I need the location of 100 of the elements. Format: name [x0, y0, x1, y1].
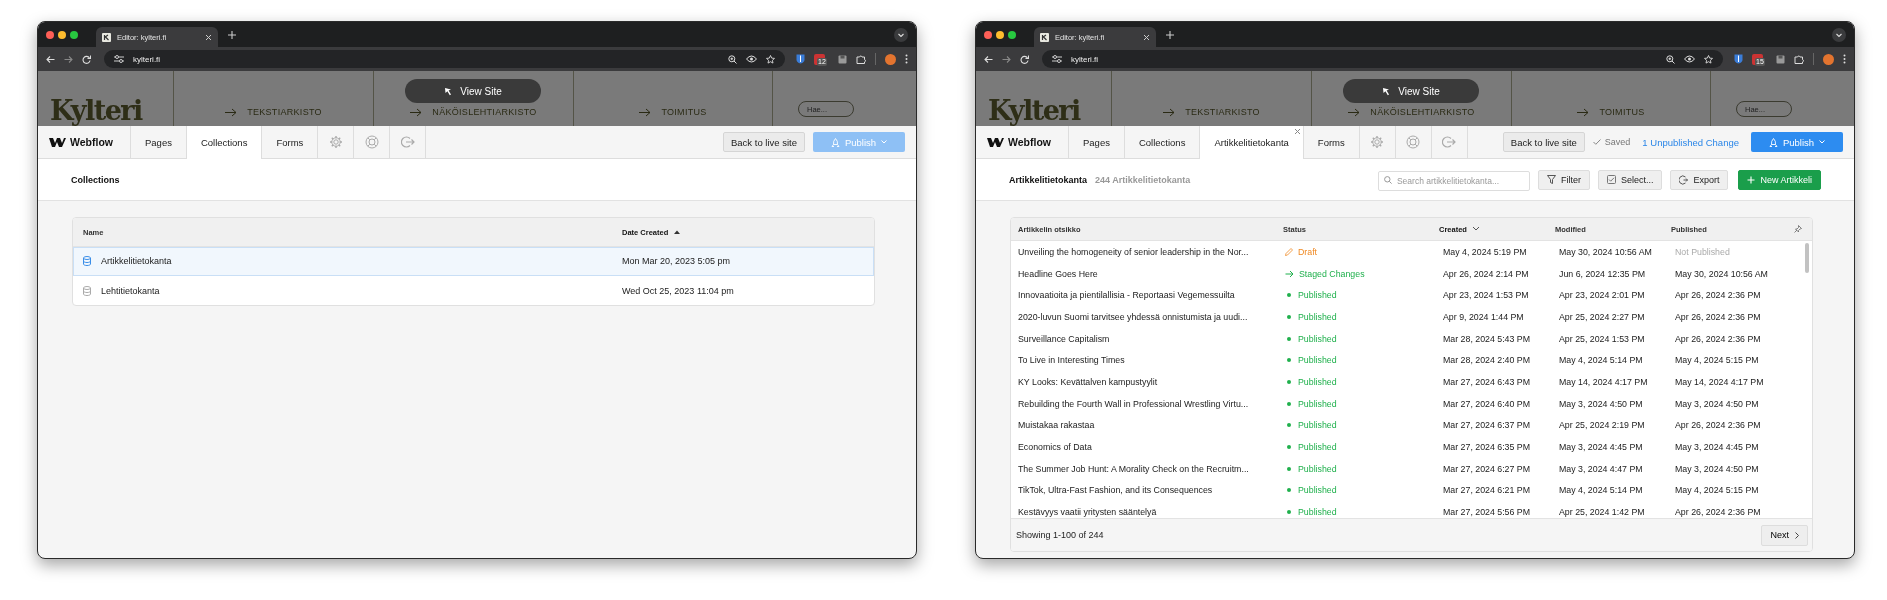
table-cell: May 3, 2024 4:45 PM [1559, 442, 1643, 453]
editor-tab[interactable]: Collections [186, 126, 263, 159]
close-icon[interactable] [1143, 33, 1150, 41]
eye-icon[interactable] [1684, 55, 1695, 63]
table-cell: To Live in Interesting Times [1018, 355, 1125, 366]
table-cell: Jun 6, 2024 12:35 PM [1559, 268, 1646, 279]
view-site-button[interactable]: View Site [405, 79, 541, 103]
table-cell: Mar 27, 2024 6:21 PM [1443, 485, 1531, 496]
collection-row[interactable]: Artikkelitietokanta Mon Mar 20, 2023 5:05 pm [73, 247, 874, 276]
view-site-button[interactable]: View Site [1343, 79, 1479, 103]
save-icon[interactable] [1776, 54, 1785, 64]
avatar[interactable] [885, 53, 896, 65]
new-tab-icon[interactable] [1166, 30, 1174, 39]
table-cell: Lehtitietokanta [101, 285, 160, 296]
site-settings-icon[interactable] [1052, 55, 1062, 63]
eye-icon[interactable] [746, 55, 757, 63]
collection-row[interactable]: Lehtitietokanta Wed Oct 25, 2023 11:04 pm [73, 276, 874, 305]
table-cell: Apr 23, 2024 1:53 PM [1443, 290, 1529, 301]
table-cell: Mar 27, 2024 6:40 PM [1443, 398, 1531, 409]
zoom-icon[interactable] [1666, 54, 1675, 64]
reload-icon[interactable] [82, 54, 91, 64]
nav-link[interactable]: NÄKÖISLEHTIARKISTO [410, 107, 537, 117]
close-icon[interactable] [205, 33, 212, 41]
maximize-window-button[interactable] [1008, 30, 1016, 39]
unpublished-changes-link[interactable]: 1 Unpublished Change [1642, 136, 1739, 148]
table-cell: May 4, 2024 5:15 PM [1675, 485, 1759, 496]
table-cell: 2020-luvun Suomi tarvitsee yhdessä onnistumista ja uudi... [1018, 311, 1248, 322]
menu-icon[interactable] [905, 54, 908, 64]
table-cell: May 30, 2024 10:56 AM [1675, 268, 1768, 279]
tab-search-button[interactable] [894, 27, 908, 42]
table-cell: Apr 25, 2024 1:42 PM [1559, 507, 1645, 518]
nav-link[interactable]: TOIMITUS [1577, 107, 1645, 117]
nav-link[interactable]: NÄKÖISLEHTIARKISTO [1348, 107, 1475, 117]
back-icon[interactable] [984, 54, 993, 64]
table-cell: Apr 25, 2024 1:53 PM [1559, 333, 1645, 344]
check-icon [1592, 139, 1601, 145]
tab-search-button[interactable] [1832, 27, 1846, 42]
status-label: Published [1298, 442, 1337, 453]
cursor-icon [444, 86, 453, 96]
gear-icon [328, 135, 343, 149]
puzzle-icon[interactable] [1794, 54, 1804, 64]
star-icon[interactable] [766, 54, 775, 64]
next-page-button[interactable]: Next [1761, 524, 1808, 546]
chevron-down-icon[interactable] [1471, 226, 1480, 232]
scrollbar-thumb[interactable] [1805, 243, 1809, 273]
table-cell: Innovaatioita ja pientilallisia - Reportaasi Vegemessuilta [1018, 290, 1235, 301]
forward-icon[interactable] [64, 54, 73, 64]
nav-link[interactable]: TEKSTIARKISTO [1163, 107, 1260, 117]
table-cell: Apr 23, 2024 2:01 PM [1559, 290, 1645, 301]
table-cell: KY Looks: Kevättalven kampustyylit [1018, 376, 1158, 387]
table-cell: May 3, 2024 4:47 PM [1559, 463, 1643, 474]
new-tab-icon[interactable] [228, 30, 236, 39]
address-field[interactable]: kylteri.fi [104, 50, 785, 68]
save-icon[interactable] [838, 54, 847, 64]
nav-link[interactable]: TEKSTIARKISTO [225, 107, 322, 117]
nav-link[interactable]: TOIMITUS [639, 107, 707, 117]
table-cell: Rebuilding the Fourth Wall in Professional Wrestling Virtu... [1018, 398, 1249, 409]
brand-name: Webflow [1008, 136, 1051, 148]
site-logo: Kylteri [988, 94, 1080, 126]
close-icon[interactable] [1293, 128, 1301, 135]
table-cell: Not Published [1675, 246, 1730, 257]
puzzle-icon[interactable] [856, 54, 866, 64]
maximize-window-button[interactable] [70, 30, 78, 39]
arrow-right-icon [1163, 107, 1176, 117]
select-button[interactable]: Select... [1597, 169, 1663, 190]
forward-icon[interactable] [1002, 54, 1011, 64]
gear-icon [1370, 135, 1385, 149]
zoom-icon[interactable] [728, 54, 737, 64]
back-to-live-site-button[interactable]: Back to live site [1502, 132, 1585, 152]
back-to-live-site-button[interactable]: Back to live site [723, 132, 805, 152]
back-icon[interactable] [46, 54, 55, 64]
site-settings-icon[interactable] [114, 55, 124, 63]
status-label: Published [1298, 463, 1337, 474]
editor-tab[interactable]: Artikkelitietokanta [1200, 126, 1304, 159]
status-label: Published [1298, 355, 1337, 366]
logo-icon [49, 137, 66, 147]
rocket-icon [1768, 137, 1778, 147]
star-icon[interactable] [1704, 54, 1713, 64]
filter-button[interactable]: Filter [1537, 169, 1590, 190]
status-label: Draft [1298, 246, 1318, 257]
menu-icon[interactable] [1843, 54, 1846, 64]
shield-icon[interactable] [796, 54, 805, 64]
minimize-window-button[interactable] [996, 30, 1004, 39]
table-cell: May 4, 2024 5:14 PM [1559, 485, 1643, 496]
logo-icon [987, 137, 1004, 147]
favicon-icon [102, 32, 111, 42]
reload-icon[interactable] [1020, 54, 1029, 64]
export-button[interactable]: Export [1670, 169, 1729, 190]
minimize-window-button[interactable] [58, 30, 66, 39]
table-cell: Mar 27, 2024 6:43 PM [1443, 376, 1531, 387]
table-cell: Mar 27, 2024 6:27 PM [1443, 463, 1531, 474]
address-field[interactable]: kylteri.fi [1042, 50, 1723, 68]
close-window-button[interactable] [984, 30, 992, 39]
pin-icon[interactable] [1794, 225, 1802, 233]
table-cell: Mar 27, 2024 6:37 PM [1443, 420, 1531, 431]
shield-icon[interactable] [1734, 54, 1743, 64]
sort-ascending-icon[interactable] [674, 230, 681, 234]
close-window-button[interactable] [46, 30, 54, 39]
avatar[interactable] [1823, 53, 1834, 65]
table-cell: Muistakaa rakastaa [1018, 420, 1095, 431]
